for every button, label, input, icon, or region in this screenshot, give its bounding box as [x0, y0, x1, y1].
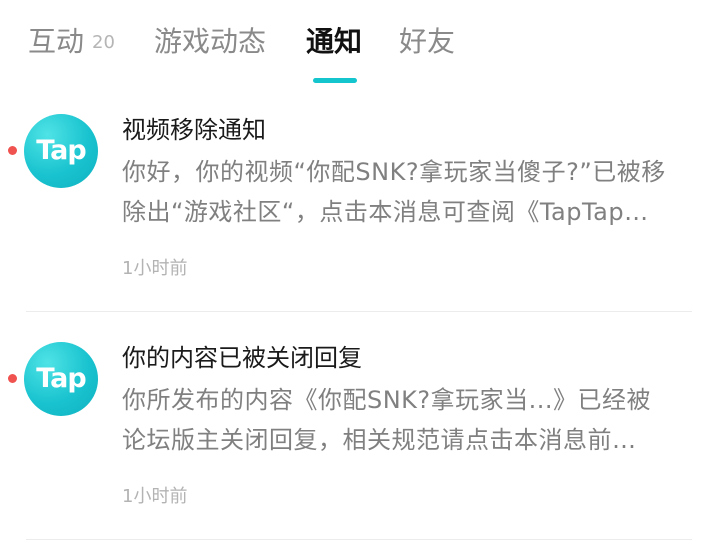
- tab-friends[interactable]: 好友: [399, 22, 455, 62]
- tab-friends-label: 好友: [399, 25, 456, 58]
- notification-time: 1小时前: [122, 258, 188, 279]
- divider: [26, 539, 692, 540]
- tab-game-updates-label: 游戏动态: [154, 25, 267, 58]
- tab-interaction[interactable]: 互动 20: [28, 22, 115, 63]
- tab-game-updates[interactable]: 游戏动态: [154, 22, 266, 62]
- notification-body: 你所发布的内容《你配SNK?拿玩家当...》已经被 论坛版主关闭回复，相关规范请…: [122, 380, 697, 460]
- unread-dot: [8, 146, 17, 155]
- tab-interaction-count: 20: [92, 32, 115, 53]
- tab-notifications[interactable]: 通知: [306, 22, 362, 62]
- notification-item[interactable]: Tap 你的内容已被关闭回复 你所发布的内容《你配SNK?拿玩家当...》已经被…: [0, 318, 720, 544]
- tab-bar: 互动 20 游戏动态 通知 好友: [0, 0, 720, 92]
- notification-body: 你好，你的视频“你配SNK?拿玩家当傻子?”已被移 除出“游戏社区“，点击本消息…: [122, 152, 697, 232]
- tab-notifications-label: 通知: [306, 25, 363, 58]
- divider: [26, 311, 692, 312]
- taptap-logo-text: Tap: [36, 362, 86, 394]
- notification-body-line: 你好，你的视频“你配SNK?拿玩家当傻子?”已被移: [122, 158, 666, 186]
- notification-title: 视频移除通知: [122, 116, 266, 144]
- taptap-logo-text: Tap: [36, 134, 86, 166]
- notification-item[interactable]: Tap 视频移除通知 你好，你的视频“你配SNK?拿玩家当傻子?”已被移 除出“…: [0, 90, 720, 316]
- notification-body-line: 除出“游戏社区“，点击本消息可查阅《TapTap…: [122, 198, 649, 226]
- unread-dot: [8, 374, 17, 383]
- notification-body-line: 你所发布的内容《你配SNK?拿玩家当...》已经被: [122, 386, 652, 414]
- active-tab-indicator: [313, 78, 357, 83]
- notification-title: 你的内容已被关闭回复: [122, 344, 362, 372]
- taptap-avatar[interactable]: Tap: [24, 342, 98, 416]
- tab-interaction-label: 互动: [28, 25, 85, 58]
- notification-body-line: 论坛版主关闭回复，相关规范请点击本消息前…: [122, 426, 637, 454]
- notification-time: 1小时前: [122, 486, 188, 507]
- taptap-avatar[interactable]: Tap: [24, 114, 98, 188]
